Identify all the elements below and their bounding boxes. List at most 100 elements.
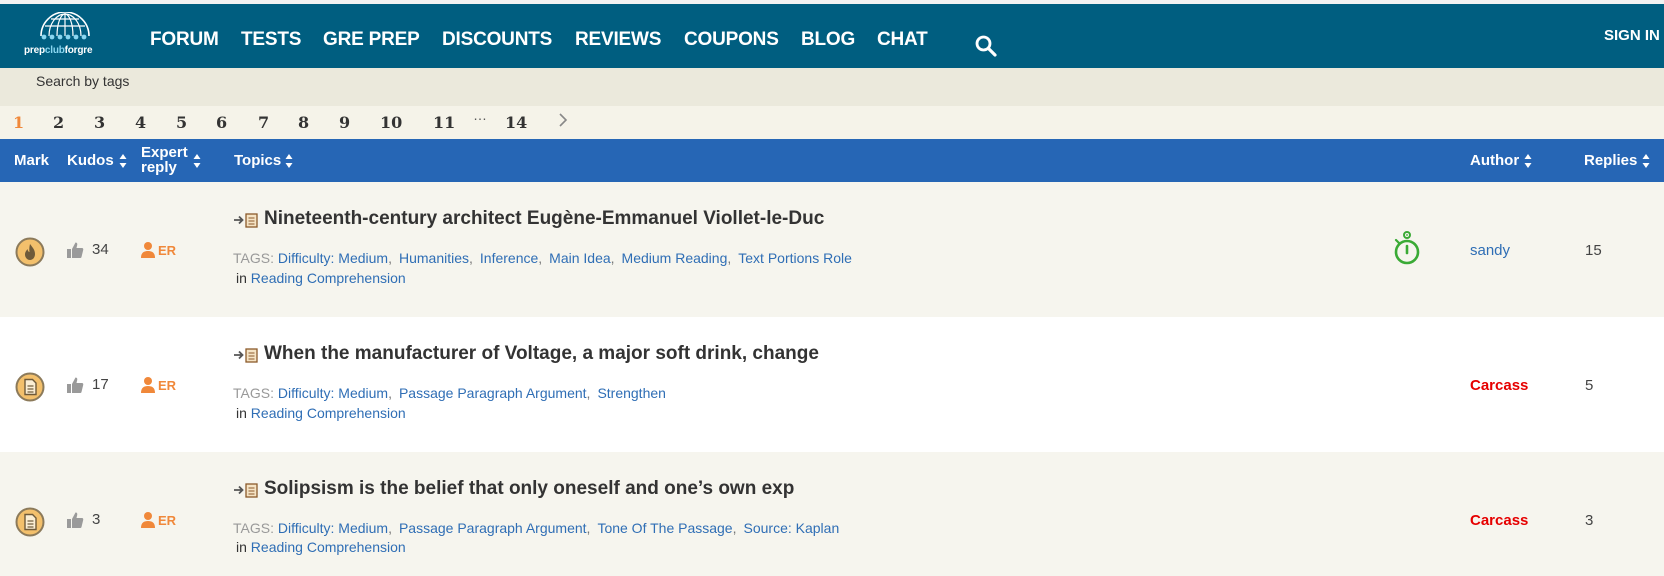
tag-link[interactable]: Difficulty: Medium [278,520,388,536]
search-icon[interactable] [974,34,998,58]
expert-reply-badge[interactable]: ER [140,241,182,261]
tag-search-bar[interactable]: Search by tags [0,68,1664,106]
topic-tags: TAGS: Difficulty: Medium, Passage Paragra… [233,520,839,536]
forum-link[interactable]: Reading Comprehension [251,539,406,555]
tag-link[interactable]: Tone Of The Passage [597,520,732,536]
tag-separator: , [586,520,591,536]
author-link[interactable]: sandy [1470,242,1510,259]
nav-forum[interactable]: FORUM [150,29,219,51]
table-row: 3 ER Solipsism is the belief that only o… [0,452,1664,576]
tag-link[interactable]: Inference [480,250,538,266]
kudos-count: 3 [92,511,101,528]
topic-title[interactable]: Nineteenth-century architect Eugène-Emma… [264,208,824,230]
header-expert-reply[interactable]: Expert reply [141,145,188,175]
arrow-document-icon [234,483,258,498]
tag-link[interactable]: Text Portions Role [738,250,852,266]
kudos-count: 17 [92,376,109,393]
tag-link[interactable]: Difficulty: Medium [278,250,388,266]
page-5[interactable]: 5 [176,113,187,132]
nav-gre-prep[interactable]: GRE PREP [323,29,420,51]
page-4[interactable]: 4 [135,113,146,132]
flame-icon[interactable] [15,237,45,267]
page-7[interactable]: 7 [258,113,269,132]
in-label: in [236,270,247,286]
sort-icon[interactable] [193,153,201,169]
tag-search-label: Search by tags [36,73,130,89]
logo-text-club: club [44,45,65,56]
chevron-right-icon[interactable] [558,112,568,128]
sort-icon[interactable] [119,153,127,169]
forum-link[interactable]: Reading Comprehension [251,405,406,421]
author-link[interactable]: Carcass [1470,512,1528,529]
sign-in-link[interactable]: SIGN IN [1604,27,1660,44]
tag-link[interactable]: Main Idea [549,250,610,266]
topic-tags: TAGS: Difficulty: Medium, Humanities, Infe… [233,250,852,266]
page-3[interactable]: 3 [94,113,105,132]
tag-separator: , [732,520,737,536]
tag-separator: , [388,250,392,266]
tag-link[interactable]: Source: Kaplan [744,520,840,536]
page-1[interactable]: 1 [13,113,24,132]
sort-icon[interactable] [285,153,293,169]
logo-text: prepclubforgre [24,45,93,56]
header-mark: Mark [14,152,50,169]
page-8[interactable]: 8 [298,113,309,132]
logo-text-prep: prep [24,45,45,56]
arrow-document-icon [234,213,258,228]
page-14[interactable]: 14 [505,113,527,132]
stopwatch-icon[interactable] [1393,231,1421,265]
tag-separator: , [586,385,591,401]
replies-count: 5 [1585,377,1594,394]
topic-title[interactable]: When the manufacturer of Voltage, a majo… [264,343,819,365]
expert-reply-label: ER [158,243,177,258]
person-icon [141,512,155,528]
table-row: 17 ER When the manufacturer of Voltage, … [0,317,1664,452]
thumbs-up-icon[interactable] [66,241,84,259]
table-header: Mark Kudos Expert reply Topics Author Rep… [0,139,1664,182]
thumbs-up-icon[interactable] [66,376,84,394]
nav-coupons[interactable]: COUPONS [684,29,779,51]
kudos-count: 34 [92,241,109,258]
page-ellipsis: … [473,107,487,123]
tag-link[interactable]: Medium Reading [622,250,728,266]
nav-discounts[interactable]: DISCOUNTS [442,29,552,51]
tag-link[interactable]: Difficulty: Medium [278,385,388,401]
topic-title[interactable]: Solipsism is the belief that only onesel… [264,478,794,500]
document-icon[interactable] [15,372,45,402]
nav-blog[interactable]: BLOG [801,29,855,51]
expert-reply-label: ER [158,513,177,528]
logo-text-forgre: forgre [64,45,93,56]
author-link[interactable]: Carcass [1470,377,1528,394]
expert-reply-badge[interactable]: ER [140,376,182,396]
tag-link[interactable]: Passage Paragraph Argument [399,520,587,536]
page-11[interactable]: 11 [433,113,455,132]
nav-reviews[interactable]: REVIEWS [575,29,661,51]
replies-count: 3 [1585,512,1594,529]
header-topics[interactable]: Topics [234,152,281,169]
document-icon[interactable] [15,507,45,537]
page-2[interactable]: 2 [53,113,64,132]
nav-tests[interactable]: TESTS [241,29,301,51]
replies-count: 15 [1585,242,1602,259]
site-logo[interactable]: prepclubforgre [22,12,114,58]
page-10[interactable]: 10 [380,113,402,132]
page-6[interactable]: 6 [216,113,227,132]
expert-reply-badge[interactable]: ER [140,511,182,531]
forum-link[interactable]: Reading Comprehension [251,270,406,286]
tag-separator: , [469,250,473,266]
tag-separator: , [610,250,615,266]
header-replies[interactable]: Replies [1584,152,1637,169]
tags-label: TAGS: [233,250,274,266]
header-kudos[interactable]: Kudos [67,152,114,169]
thumbs-up-icon[interactable] [66,511,84,529]
tag-link[interactable]: Strengthen [597,385,666,401]
sort-icon[interactable] [1642,153,1650,169]
tag-link[interactable]: Passage Paragraph Argument [399,385,587,401]
nav-chat[interactable]: CHAT [877,29,928,51]
sort-icon[interactable] [1524,153,1532,169]
in-label: in [236,539,247,555]
header-author[interactable]: Author [1470,152,1519,169]
in-label: in [236,405,247,421]
page-9[interactable]: 9 [339,113,350,132]
tag-link[interactable]: Humanities [399,250,469,266]
